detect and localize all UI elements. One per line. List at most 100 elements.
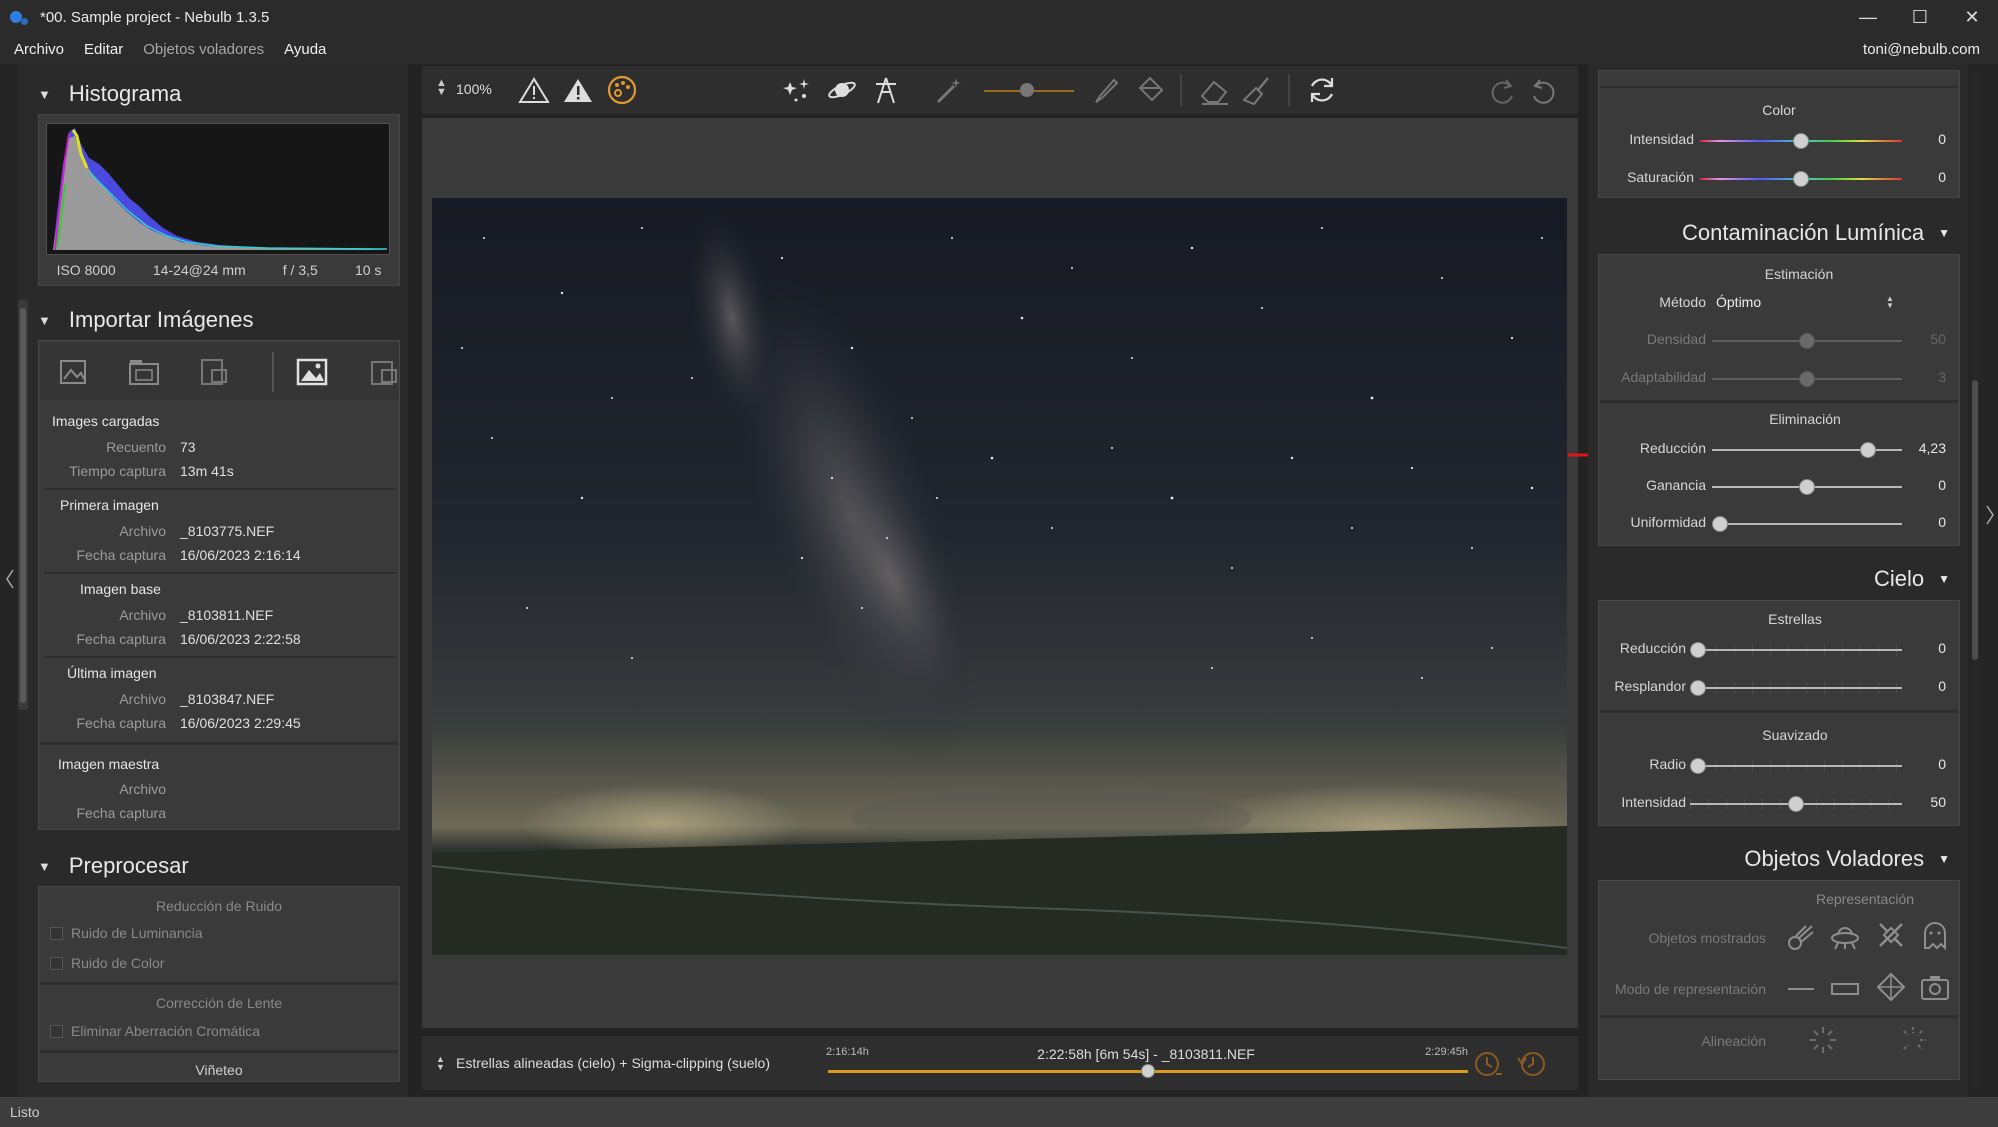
timeline-track[interactable] — [828, 1064, 1468, 1078]
color-noise-checkbox[interactable]: Ruido de Color — [50, 955, 164, 971]
satellite-icon[interactable] — [1876, 920, 1906, 950]
luminance-noise-checkbox[interactable]: Ruido de Luminancia — [50, 925, 203, 941]
right-scrollbar[interactable] — [1970, 70, 1980, 1090]
preprocess-header[interactable]: ▼ Preprocesar — [38, 846, 189, 886]
sky-intensity-slider[interactable] — [1690, 796, 1902, 812]
remove-images-icon[interactable] — [198, 356, 230, 386]
stars-icon[interactable] — [782, 76, 814, 104]
remove-base-icon[interactable] — [368, 356, 400, 386]
lp-reduction-slider[interactable] — [1712, 442, 1902, 458]
minimize-button[interactable]: — — [1842, 0, 1894, 34]
gain-slider[interactable] — [1712, 479, 1902, 495]
adaptability-slider[interactable] — [1712, 371, 1902, 387]
divider — [1600, 400, 1958, 403]
camera-mode-icon[interactable] — [1920, 972, 1950, 1002]
add-images-icon[interactable] — [58, 358, 88, 386]
method-select-arrows-icon[interactable]: ▲ ▼ — [1886, 295, 1894, 310]
sky-header[interactable]: Cielo ▼ — [1874, 566, 1950, 592]
maximize-button[interactable]: ☐ — [1894, 0, 1946, 34]
base-image-icon[interactable] — [296, 356, 328, 386]
warning-outline-icon[interactable] — [518, 76, 550, 104]
undo-icon[interactable] — [1528, 74, 1560, 106]
method-select[interactable]: Óptimo — [1716, 294, 1761, 310]
exif-lens: 14-24@24 mm — [152, 262, 246, 278]
status-bar: Listo — [0, 1097, 1998, 1127]
timeline-knob[interactable] — [1141, 1064, 1155, 1078]
warning-filled-icon[interactable] — [562, 76, 594, 104]
rectangle-mode-icon[interactable] — [1830, 974, 1860, 1004]
uniformity-slider[interactable] — [1712, 516, 1902, 532]
import-toolbar — [40, 342, 398, 400]
histogram-header[interactable]: ▼ Histograma — [38, 74, 181, 114]
alignment-ground-icon[interactable] — [1898, 1025, 1928, 1055]
light-pollution-header[interactable]: Contaminación Lumínica ▼ — [1682, 220, 1950, 246]
color-saturation-slider[interactable] — [1700, 171, 1902, 187]
stacking-mode[interactable]: Estrellas alineadas (cielo) + Sigma-clip… — [456, 1055, 770, 1071]
broom-icon[interactable] — [1242, 74, 1274, 106]
clock-forward-icon[interactable] — [1472, 1048, 1504, 1080]
divider — [1600, 1015, 1958, 1018]
preprocess-title: Preprocesar — [68, 853, 189, 878]
zoom-spinner-icon[interactable]: ▲ ▼ — [436, 78, 447, 98]
zoom-value[interactable]: 100% — [456, 81, 492, 97]
color-noise-label: Ruido de Color — [71, 955, 165, 971]
exif-info: ISO 8000 14-24@24 mm f / 3,5 10 s — [38, 262, 400, 278]
objects-shown-label: Objetos mostrados — [1648, 930, 1767, 946]
redo-icon[interactable] — [1486, 74, 1518, 106]
menu-archivo[interactable]: Archivo — [14, 41, 64, 58]
add-folder-icon[interactable] — [128, 358, 160, 386]
glow-slider[interactable] — [1690, 680, 1902, 696]
density-slider[interactable] — [1712, 333, 1902, 349]
palette-icon[interactable] — [606, 74, 638, 106]
collapse-triangle-icon[interactable]: ▼ — [38, 313, 51, 328]
refresh-icon[interactable] — [1306, 74, 1338, 106]
timeline-current: 2:22:58h [6m 54s] - _8103811.NEF — [1037, 1046, 1255, 1062]
planet-icon[interactable] — [826, 76, 858, 104]
first-date-label: Fecha captura — [76, 547, 167, 563]
chevron-right-icon[interactable] — [1982, 500, 1998, 530]
ground-tower-icon[interactable] — [870, 74, 902, 106]
paint-bucket-icon[interactable] — [1134, 74, 1166, 106]
collapse-triangle-icon[interactable]: ▼ — [38, 87, 51, 102]
mode-spinner-icon[interactable]: ▲ ▼ — [436, 1055, 445, 1072]
meteor-icon[interactable] — [1786, 922, 1816, 952]
brush-size-knob[interactable] — [1020, 83, 1034, 97]
clock-history-icon[interactable] — [1516, 1048, 1548, 1080]
left-scrollbar[interactable] — [18, 300, 28, 710]
flying-objects-header[interactable]: Objetos Voladores ▼ — [1744, 846, 1950, 872]
luminance-noise-label: Ruido de Luminancia — [71, 925, 203, 941]
vignette-heading[interactable]: Viñeteo — [38, 1062, 400, 1078]
ufo-icon[interactable] — [1830, 922, 1860, 952]
sky-reduction-value: 0 — [1938, 640, 1946, 656]
ghost-icon[interactable] — [1920, 920, 1950, 950]
capture-time-value: 13m 41s — [180, 463, 234, 479]
import-header[interactable]: ▼ Importar Imágenes — [38, 300, 254, 340]
alignment-stars-icon[interactable] — [1808, 1025, 1838, 1055]
menu-objetos-voladores[interactable]: Objetos voladores — [143, 41, 264, 58]
lp-reduction-value: 4,23 — [1918, 440, 1946, 456]
close-button[interactable]: ✕ — [1946, 0, 1998, 34]
color-intensity-slider[interactable] — [1700, 133, 1902, 149]
timeline-end: 2:29:45h — [1425, 1046, 1468, 1058]
eraser-icon[interactable] — [1198, 74, 1230, 106]
collapse-triangle-icon[interactable]: ▼ — [38, 859, 51, 874]
aberration-checkbox[interactable]: Eliminar Aberración Cromática — [50, 1023, 260, 1039]
collapse-triangle-icon[interactable]: ▼ — [1938, 226, 1950, 240]
line-mode-icon[interactable] — [1786, 974, 1816, 1004]
collapse-triangle-icon[interactable]: ▼ — [1938, 852, 1950, 866]
sky-reduction-slider[interactable] — [1690, 642, 1902, 658]
magic-wand-icon[interactable] — [934, 74, 966, 106]
base-file-label: Archivo — [119, 607, 166, 623]
menu-editar[interactable]: Editar — [84, 41, 123, 58]
radius-slider[interactable] — [1690, 758, 1902, 774]
collapse-triangle-icon[interactable]: ▼ — [1938, 572, 1950, 586]
user-email[interactable]: toni@nebulb.com — [1863, 41, 1980, 58]
menu-ayuda[interactable]: Ayuda — [284, 41, 326, 58]
gain-value: 0 — [1938, 477, 1946, 493]
method-label: Método — [1659, 294, 1706, 310]
brush-icon[interactable] — [1090, 74, 1122, 106]
color-saturation-value: 0 — [1938, 169, 1946, 185]
sky-photo[interactable] — [432, 198, 1567, 955]
crosshair-mode-icon[interactable] — [1876, 972, 1906, 1002]
left-collapse-strip[interactable] — [0, 64, 18, 1097]
